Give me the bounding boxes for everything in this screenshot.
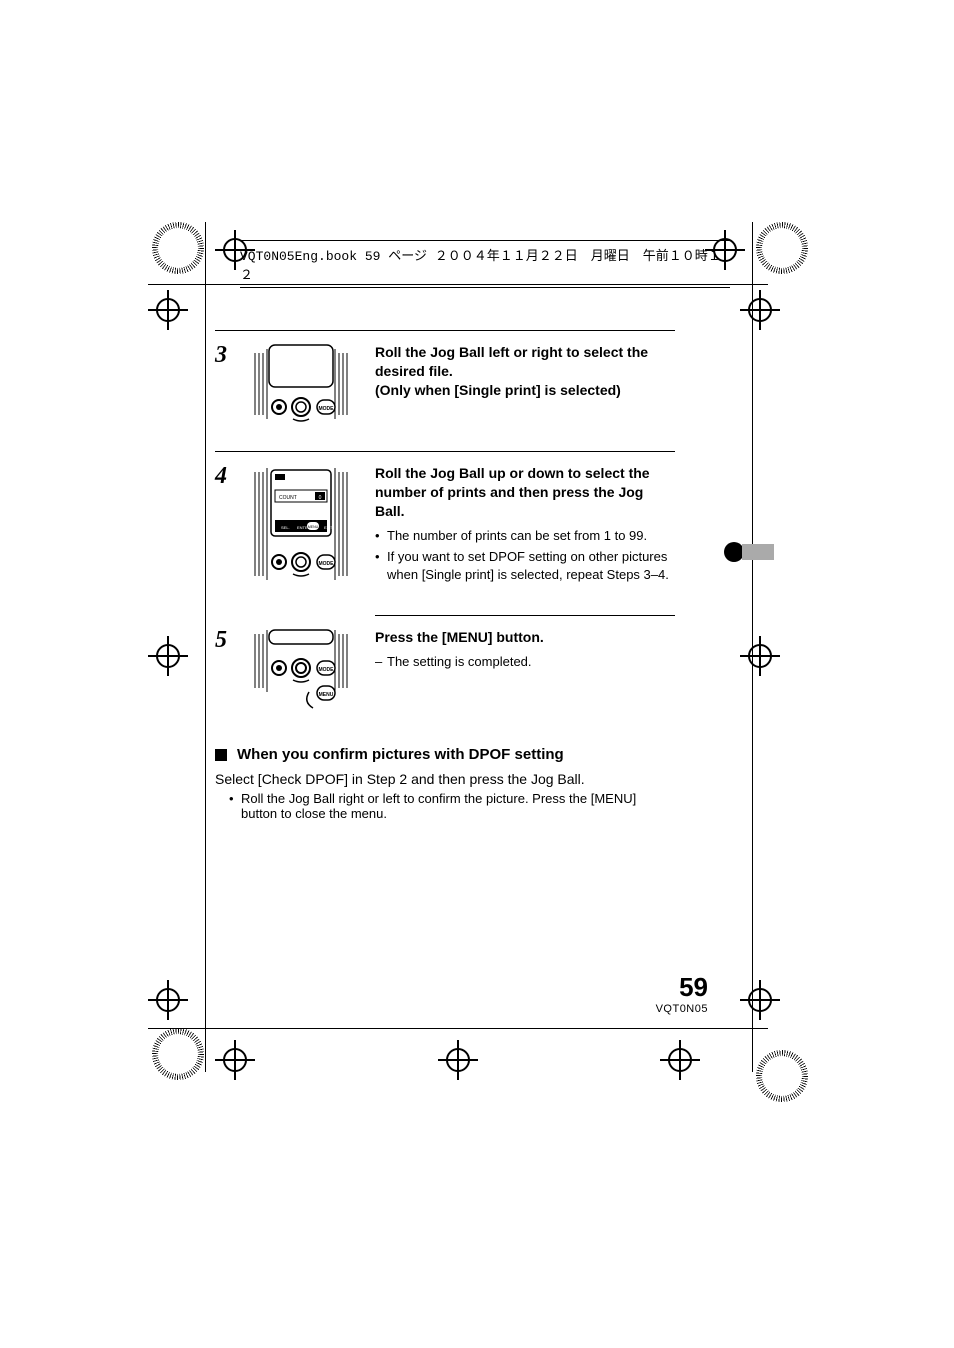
rule-mid1 [215,451,675,452]
section-heading-text: When you confirm pictures with DPOF sett… [237,746,564,763]
step-3-thumb: MODE [249,343,353,423]
step-number: 4 [215,464,249,488]
reg-radial-tl [152,222,204,274]
step-4: 4 COUNT 0 SEL. ENTER MENU [215,464,675,587]
count-label: COUNT [279,495,297,501]
frame-vline-r [752,222,753,1072]
reg-cross-11 [660,1040,700,1080]
section-p1: Select [Check DPOF] in Step 2 and then p… [215,771,675,787]
step-3-body: Roll the Jog Ball left or right to selec… [375,343,675,400]
reg-cross-10 [438,1040,478,1080]
step-5-title: Press the [MENU] button. [375,628,675,647]
section-heading: When you confirm pictures with DPOF sett… [215,746,675,763]
step-5-body: Press the [MENU] button. The setting is … [375,628,675,674]
step-5-dash-1: The setting is completed. [375,653,675,671]
sel-label: SEL. [281,525,290,530]
reg-cross-3 [148,290,188,330]
step-5-thumb: MODE MENU [249,628,353,718]
reg-cross-6 [740,636,780,676]
rule-top [215,330,675,331]
reg-cross-4 [740,290,780,330]
step-4-title: Roll the Jog Ball up or down to select t… [375,464,675,521]
page-number: 59 [656,972,708,1003]
step-4-body: Roll the Jog Ball up or down to select t… [375,464,675,587]
step-4-bullet-1: The number of prints can be set from 1 t… [375,527,675,545]
menu-label: MENU [308,525,319,529]
side-tab-bar [742,544,774,560]
step-5: 5 MODE MENU [215,628,675,718]
step-4-bullet-2: If you want to set DPOF setting on other… [375,548,675,583]
square-bullet-icon [215,749,227,761]
reg-cross-7 [148,980,188,1020]
doc-id: VQT0N05 [656,1003,708,1015]
page-footer: 59 VQT0N05 [656,972,708,1015]
exit-label: EXIT [324,525,333,530]
step-3-title1: Roll the Jog Ball left or right to selec… [375,343,675,381]
book-header: VQT0N05Eng.book 59 ページ ２００４年１１月２２日 月曜日 午… [240,240,730,288]
frame-hline-b [148,1028,768,1029]
section-bullet-1: Roll the Jog Ball right or left to confi… [215,791,675,821]
step-3-title2: (Only when [Single print] is selected) [375,381,675,400]
step-number: 3 [215,343,249,367]
reg-radial-tr [756,222,808,274]
menu-label: MENU [319,692,334,698]
step-4-thumb: COUNT 0 SEL. ENTER MENU EXIT MODE [249,464,353,584]
mode-label: MODE [319,406,335,412]
step-3: 3 MODE Roll the Jog Ball left or [215,343,675,423]
step-number: 5 [215,628,249,652]
side-tab-dot [724,542,744,562]
frame-vline-l [205,222,206,1072]
mode-label: MODE [319,561,335,567]
reg-cross-8 [740,980,780,1020]
mode-label: MODE [319,667,335,673]
count-value: 0 [319,495,322,501]
reg-cross-5 [148,636,188,676]
page-content: 3 MODE Roll the Jog Ball left or [215,330,675,821]
reg-radial-bl [152,1028,204,1080]
rule-mid2 [375,615,675,616]
reg-radial-br [756,1050,808,1102]
reg-cross-9 [215,1040,255,1080]
